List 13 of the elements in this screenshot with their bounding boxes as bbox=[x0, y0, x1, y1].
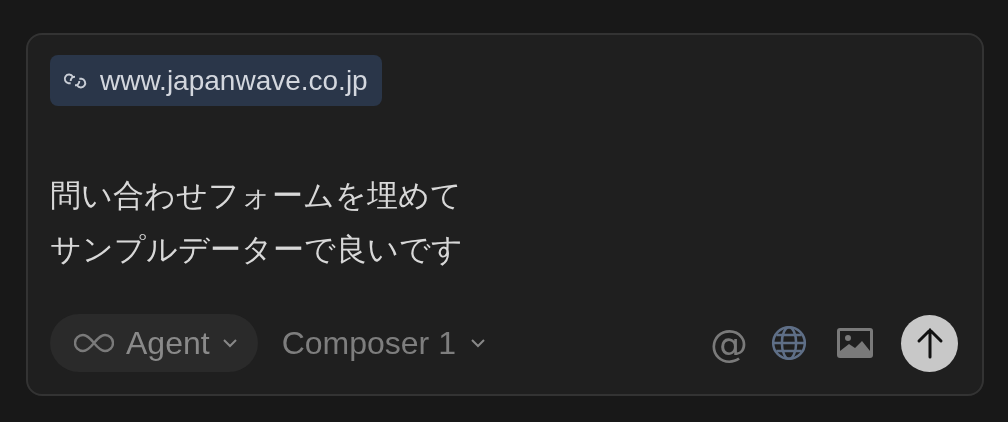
send-button[interactable] bbox=[901, 314, 958, 372]
infinity-icon bbox=[74, 332, 114, 354]
context-chip[interactable]: www.japanwave.co.jp bbox=[50, 55, 382, 106]
mode-selector[interactable]: Agent bbox=[50, 314, 258, 372]
arrow-up-icon bbox=[915, 327, 944, 359]
chevron-down-icon bbox=[469, 338, 486, 348]
model-selector[interactable]: Composer 1 bbox=[281, 324, 486, 362]
globe-icon bbox=[770, 324, 808, 362]
message-line: サンプルデーターで良いです bbox=[50, 230, 463, 269]
mention-button[interactable]: @ bbox=[707, 318, 751, 368]
image-icon bbox=[836, 327, 874, 359]
chevron-down-icon bbox=[221, 338, 238, 348]
message-line: 問い合わせフォームを埋めて bbox=[50, 176, 462, 215]
